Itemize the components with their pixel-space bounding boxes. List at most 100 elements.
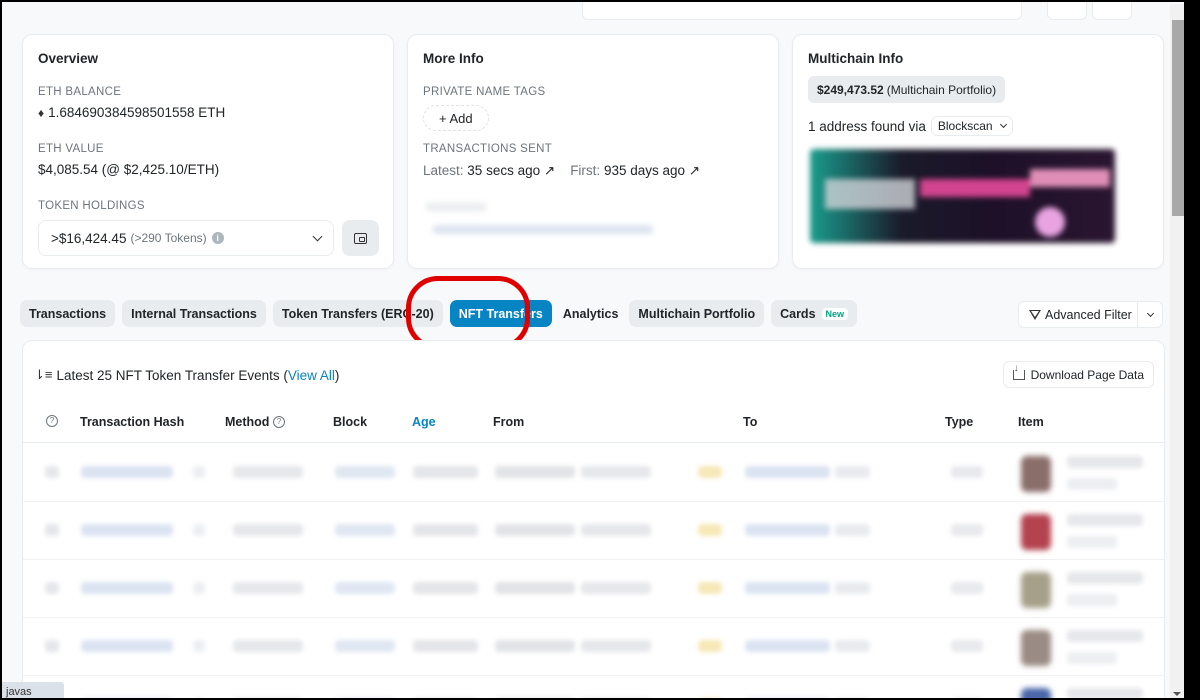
row-tx-hash[interactable] — [81, 582, 173, 594]
toolbar-button[interactable] — [1092, 2, 1132, 20]
add-name-tag-button[interactable]: + Add — [423, 105, 489, 131]
row-to[interactable] — [745, 640, 830, 652]
row-type — [951, 466, 983, 478]
row-item-name[interactable] — [1067, 456, 1143, 468]
tab-transactions[interactable]: Transactions — [20, 300, 116, 327]
advanced-filter-button[interactable]: Advanced Filter — [1018, 301, 1163, 328]
row-to[interactable] — [745, 582, 830, 594]
nft-thumbnail[interactable] — [1021, 572, 1051, 608]
row-eye-icon — [45, 524, 59, 536]
row-to[interactable] — [745, 524, 830, 536]
row-item-id — [1067, 478, 1117, 490]
row-to-extra — [835, 640, 870, 652]
column-transaction-hash: Transaction Hash — [80, 415, 185, 429]
token-holdings-dropdown[interactable]: >$16,424.45 (>290 Tokens) i — [38, 220, 334, 256]
status-bar-url: javas — [2, 682, 64, 698]
token-holdings-label: TOKEN HOLDINGS — [38, 200, 145, 212]
blurred-link — [433, 225, 653, 234]
row-from[interactable] — [495, 524, 575, 536]
nft-thumbnail[interactable] — [1021, 514, 1051, 550]
filter-icon — [1029, 309, 1041, 320]
first-tx-link[interactable]: 935 days ago ↗ — [604, 163, 700, 178]
row-age — [413, 524, 478, 536]
row-copy-icon — [193, 524, 205, 536]
column-block: Block — [333, 415, 368, 429]
row-from[interactable] — [495, 466, 575, 478]
tab-cards-label: Cards — [780, 306, 816, 321]
blockscan-dropdown[interactable]: Blockscan — [930, 116, 1013, 136]
info-icon[interactable]: i — [211, 232, 224, 244]
multichain-portfolio-badge[interactable]: $249,473.52 (Multichain Portfolio) — [808, 76, 1006, 103]
question-icon[interactable]: ? — [272, 416, 285, 428]
row-tx-hash[interactable] — [81, 640, 173, 652]
row-from[interactable] — [495, 582, 575, 594]
row-to[interactable] — [745, 466, 830, 478]
row-eye-icon — [45, 466, 59, 478]
row-block[interactable] — [335, 640, 395, 652]
row-direction-badge — [698, 582, 722, 594]
row-eye-icon — [45, 582, 59, 594]
row-to-extra — [835, 524, 870, 536]
tab-internal-transactions[interactable]: Internal Transactions — [122, 300, 266, 327]
row-from[interactable] — [495, 640, 575, 652]
overview-title: Overview — [38, 51, 99, 66]
column-item: Item — [1018, 415, 1044, 429]
tab-cards[interactable]: Cards New — [771, 300, 858, 327]
table-row[interactable] — [23, 444, 1164, 502]
table-title-text: Latest 25 NFT Token Transfer Events ( — [56, 367, 288, 383]
row-direction-badge — [698, 466, 722, 478]
advanced-filter-dropdown[interactable] — [1138, 309, 1162, 317]
download-page-data-button[interactable]: Download Page Data — [1002, 361, 1154, 388]
blurred-label — [426, 203, 486, 211]
sort-icon: ⇂≡ — [34, 367, 53, 382]
column-to: To — [743, 415, 758, 429]
row-method-badge — [233, 466, 303, 478]
row-block[interactable] — [335, 582, 395, 594]
row-item-name[interactable] — [1067, 514, 1143, 526]
eth-value-label: ETH VALUE — [38, 143, 104, 155]
portfolio-label: (Multichain Portfolio) — [886, 82, 997, 97]
table-row[interactable] — [23, 676, 1164, 698]
nft-thumbnail[interactable] — [1021, 630, 1051, 666]
row-block[interactable] — [335, 466, 395, 478]
search-bar-edge[interactable] — [582, 2, 1022, 20]
row-tx-hash[interactable] — [81, 524, 173, 536]
row-item-name[interactable] — [1067, 572, 1143, 584]
row-direction-badge — [698, 640, 722, 652]
sponsored-banner[interactable] — [810, 149, 1115, 243]
row-block[interactable] — [335, 524, 395, 536]
row-tx-hash[interactable] — [81, 466, 173, 478]
view-all-link[interactable]: View All — [288, 368, 335, 383]
chevron-down-icon — [312, 231, 323, 241]
toolbar-button[interactable] — [1047, 2, 1087, 20]
more-info-card: More Info PRIVATE NAME TAGS + Add TRANSA… — [407, 34, 779, 269]
row-item-name[interactable] — [1067, 630, 1143, 642]
scroll-down-arrow-icon[interactable] — [1173, 692, 1181, 696]
row-item-name[interactable] — [1067, 688, 1143, 698]
row-copy-icon — [193, 640, 205, 652]
table-row[interactable] — [23, 502, 1164, 560]
blockscan-label: Blockscan — [937, 119, 993, 133]
table-row[interactable] — [23, 560, 1164, 618]
tab-analytics[interactable]: Analytics — [559, 300, 623, 327]
chevron-down-icon — [1146, 309, 1154, 317]
tab-multichain-portfolio[interactable]: Multichain Portfolio — [629, 300, 765, 327]
column-age[interactable]: Age — [412, 415, 436, 429]
table-row[interactable] — [23, 618, 1164, 676]
address-found-line: 1 address found via Blockscan — [808, 116, 1013, 136]
multichain-info-card: Multichain Info $249,473.52 (Multichain … — [792, 34, 1164, 269]
nft-thumbnail[interactable] — [1021, 456, 1051, 492]
question-icon: ? — [46, 415, 58, 427]
download-icon — [1012, 363, 1025, 380]
help-column-header[interactable]: ? — [46, 415, 58, 427]
download-label: Download Page Data — [1030, 367, 1144, 382]
latest-tx-link[interactable]: 35 secs ago ↗ — [467, 163, 555, 178]
row-copy-icon — [193, 466, 205, 478]
column-method: Method ? — [225, 415, 285, 429]
scrollbar-thumb[interactable] — [1172, 20, 1184, 216]
wallet-button[interactable] — [342, 220, 379, 256]
transactions-sent-label: TRANSACTIONS SENT — [423, 143, 553, 155]
vertical-scrollbar[interactable] — [1170, 4, 1184, 698]
nft-thumbnail[interactable] — [1021, 688, 1051, 698]
row-method-badge — [233, 524, 303, 536]
